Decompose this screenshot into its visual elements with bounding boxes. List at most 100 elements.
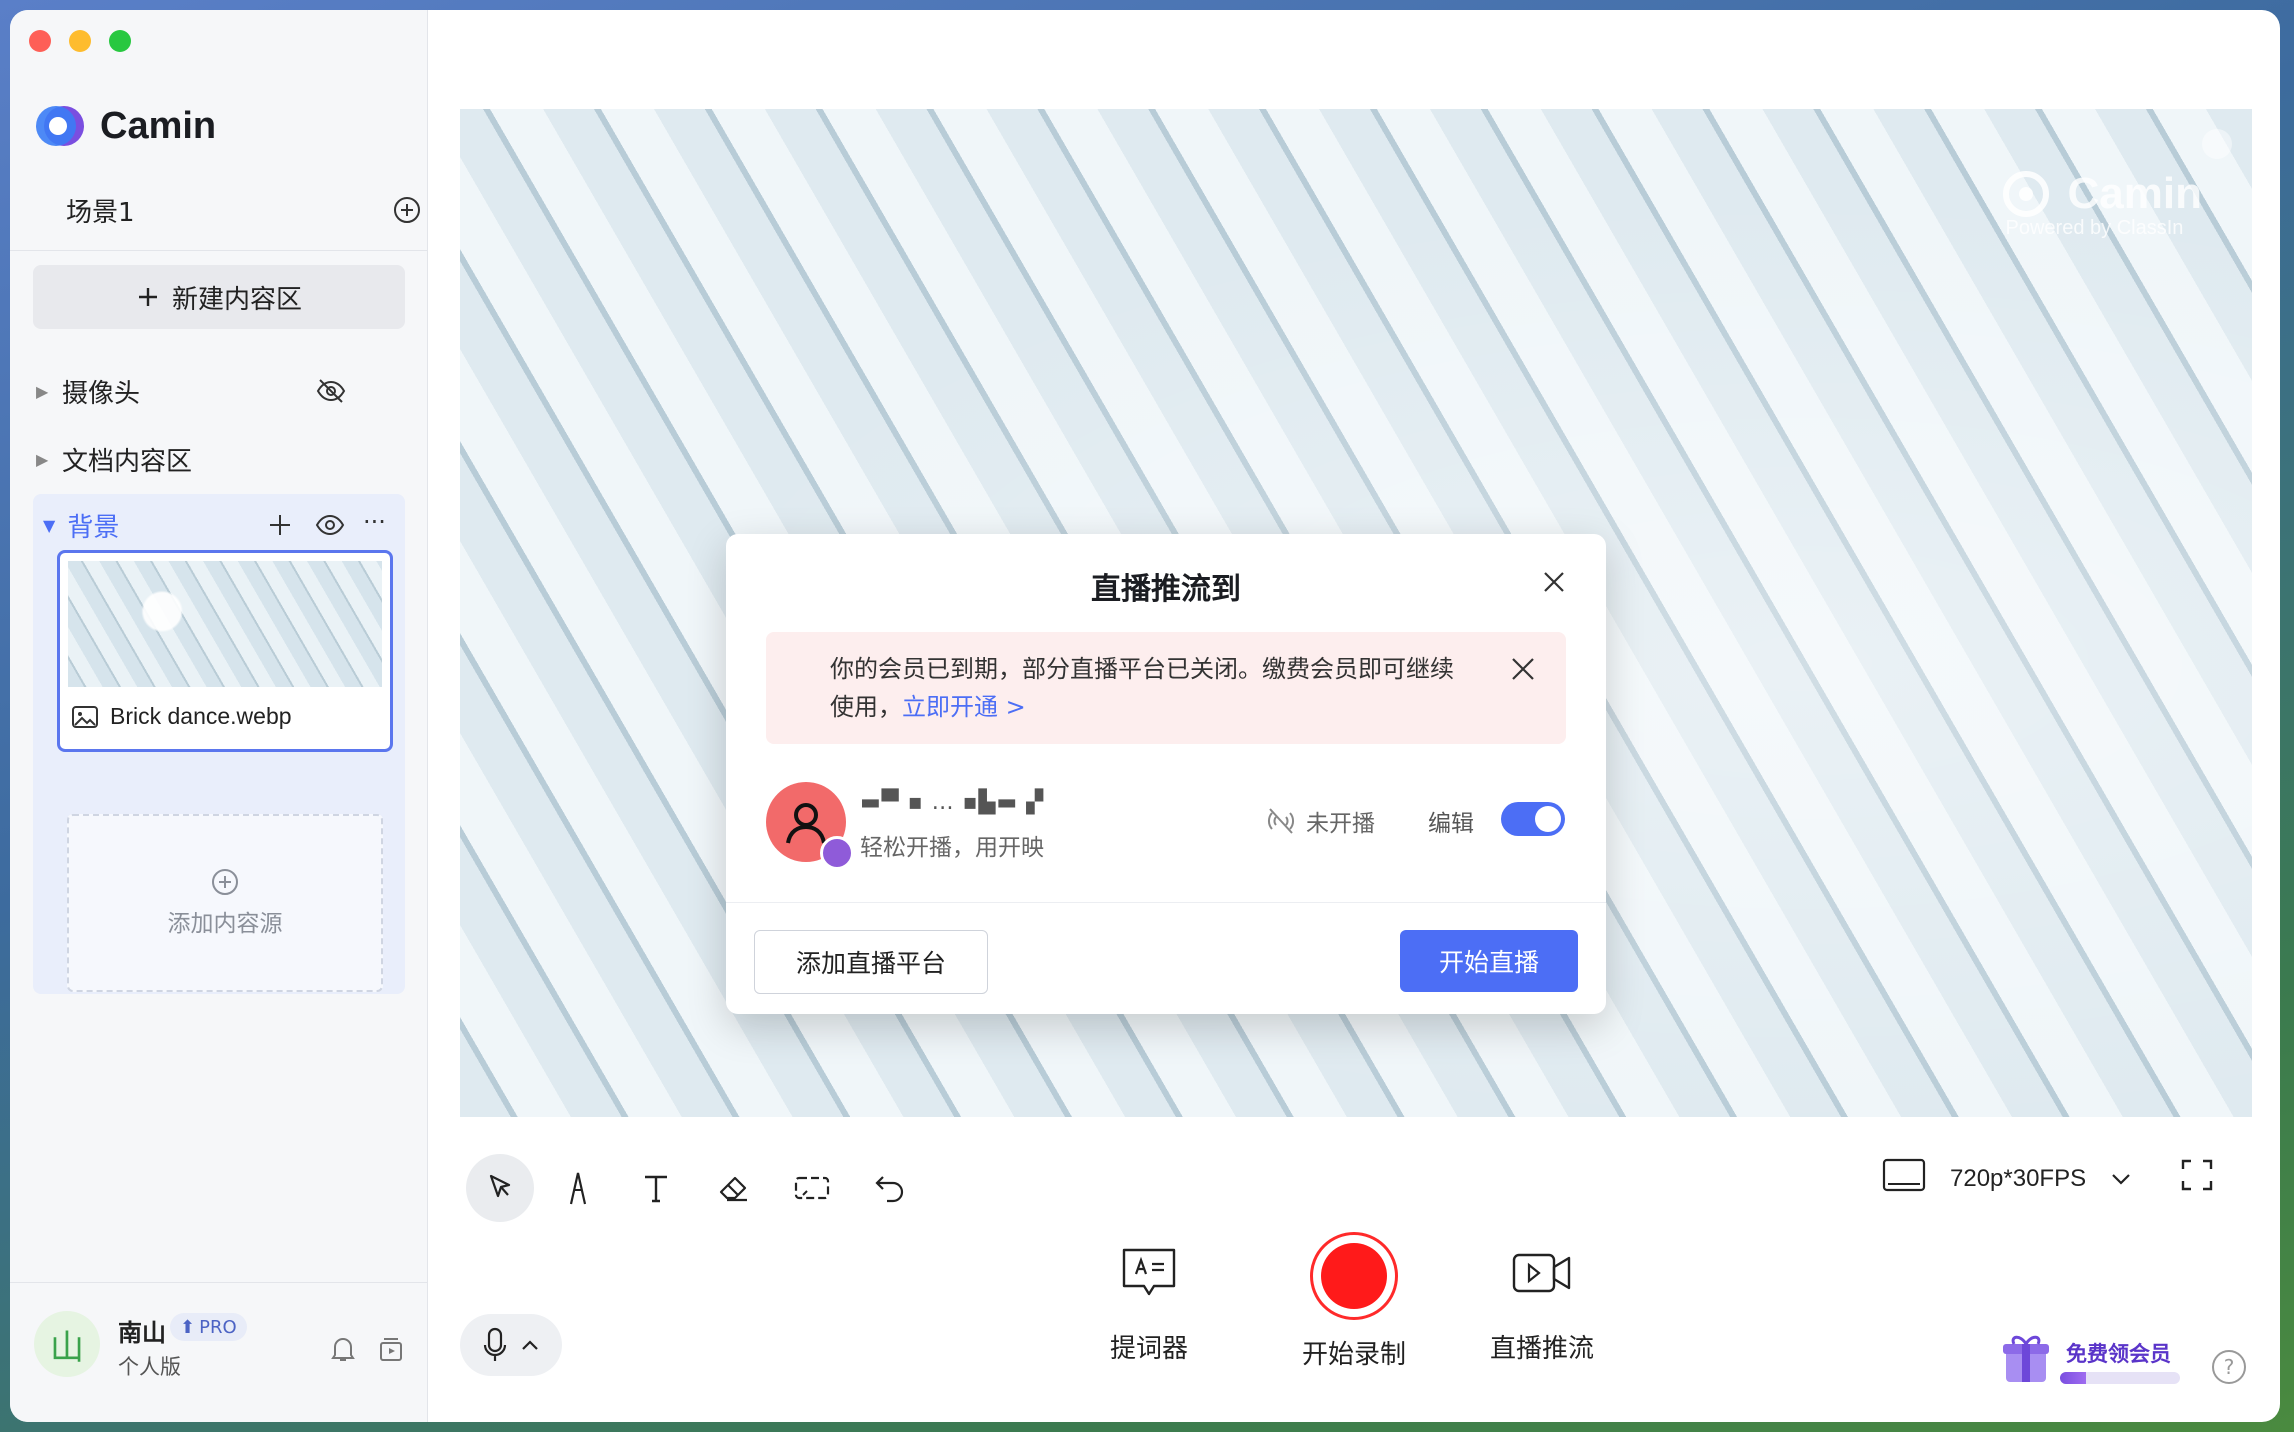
text-tool[interactable] — [622, 1154, 690, 1222]
region-select-icon — [794, 1176, 830, 1200]
platform-edit-button[interactable]: 编辑 — [1428, 804, 1474, 838]
close-icon[interactable] — [1542, 570, 1566, 598]
minimize-window-button[interactable] — [69, 30, 91, 52]
close-window-button[interactable] — [29, 30, 51, 52]
camin-logo-icon — [34, 102, 86, 150]
pen-tool[interactable] — [544, 1154, 612, 1222]
pen-icon — [569, 1172, 587, 1205]
scene-title[interactable]: 场景1 — [66, 192, 135, 229]
select-tool[interactable] — [466, 1154, 534, 1222]
maximize-window-button[interactable] — [109, 30, 131, 52]
new-content-area-label: 新建内容区 — [171, 284, 302, 315]
prompter-label: 提词器 — [1110, 1334, 1189, 1364]
microphone-control[interactable] — [460, 1314, 562, 1376]
watermark-close-button[interactable] — [2202, 129, 2232, 159]
sidebar-item-document-area[interactable]: ▶ 文档内容区 — [36, 436, 416, 482]
camin-logo-icon — [2002, 171, 2049, 217]
record-label: 开始录制 — [1302, 1340, 1407, 1370]
chevron-up-icon[interactable] — [521, 1339, 539, 1351]
sidebar-item-label: 摄像头 — [62, 378, 141, 409]
image-icon — [72, 705, 98, 728]
watermark-name: Camin — [2067, 169, 2202, 218]
membership-alert: 你的会员已到期，部分直播平台已关闭。缴费会员即可继续使用，立即开通 > — [766, 632, 1566, 744]
watermark-subtitle: Powered by ClassIn — [2005, 217, 2184, 239]
media-library-icon[interactable] — [378, 1335, 404, 1367]
eraser-tool[interactable] — [700, 1154, 768, 1222]
resolution-select[interactable]: 720p*30FPS — [1950, 1165, 2086, 1193]
record-button[interactable]: 开始录制 — [1302, 1232, 1406, 1371]
add-content-source-label: 添加内容源 — [167, 911, 283, 937]
watermark: Camin Powered by ClassIn — [1998, 169, 2202, 240]
free-membership-label: 免费领会员 — [2066, 1342, 2171, 1366]
caret-right-icon[interactable]: ▶ — [36, 382, 62, 401]
record-icon — [1310, 1232, 1398, 1320]
cursor-icon — [489, 1174, 511, 1198]
layout-icon[interactable] — [1882, 1158, 1926, 1199]
platform-status: 未开播 — [1266, 804, 1375, 838]
fullscreen-icon[interactable] — [2180, 1158, 2214, 1199]
prompter-icon — [1122, 1248, 1176, 1296]
alert-text: 你的会员已到期，部分直播平台已关闭。缴费会员即可继续使用，立即开通 > — [830, 650, 1470, 726]
eraser-icon — [719, 1176, 747, 1202]
undo-tool[interactable] — [856, 1154, 924, 1222]
add-content-source-button[interactable]: 添加内容源 — [67, 814, 383, 992]
membership-progress-bar — [2060, 1372, 2180, 1384]
region-tool[interactable] — [778, 1154, 846, 1222]
add-icon[interactable] — [267, 512, 293, 542]
more-icon[interactable]: ··· — [363, 508, 386, 536]
eye-icon[interactable] — [315, 512, 345, 542]
pro-badge[interactable]: ⬆ PRO — [170, 1313, 247, 1341]
new-content-area-button[interactable]: 新建内容区 — [33, 265, 405, 329]
help-icon[interactable]: ? — [2212, 1350, 2246, 1384]
chevron-down-icon[interactable] — [2110, 1165, 2132, 1193]
bell-icon[interactable] — [330, 1335, 356, 1367]
platform-status-label: 未开播 — [1306, 811, 1375, 837]
activate-link[interactable]: 立即开通 > — [902, 693, 1026, 721]
video-stream-icon — [1512, 1253, 1571, 1293]
app-name: Camin — [100, 104, 217, 147]
arrow-up-icon: ⬆ — [180, 1316, 196, 1338]
caret-right-icon[interactable]: ▶ — [36, 450, 62, 469]
sidebar-item-camera[interactable]: ▶ 摄像头 — [36, 368, 416, 414]
stream-button[interactable]: 直播推流 — [1490, 1232, 1594, 1365]
divider — [726, 902, 1606, 903]
gift-icon — [2003, 1335, 2049, 1382]
resolution-area: 720p*30FPS — [1882, 1158, 2214, 1199]
platform-row: ▬▀ ▪ … ▪▙▬ ▞ 轻松开播，用开映 未开播 编辑 — [766, 782, 1566, 870]
text-icon — [645, 1175, 667, 1203]
alert-close-icon[interactable] — [1510, 656, 1536, 686]
brand: Camin — [34, 102, 216, 150]
sidebar: Camin 场景1 新建内容区 ▶ 摄像头 ▶ 文档内容区 ▼ 背景 ··· B… — [10, 10, 428, 1422]
background-group: ▼ 背景 ··· Brick dance.webp 添加内容源 — [33, 494, 405, 994]
start-live-button[interactable]: 开始直播 — [1400, 930, 1578, 992]
source-file-name: Brick dance.webp — [110, 703, 292, 729]
stream-label: 直播推流 — [1490, 1334, 1595, 1364]
microphone-icon — [483, 1327, 507, 1361]
add-circle-icon — [212, 869, 238, 895]
prompter-button[interactable]: 提词器 — [1110, 1232, 1188, 1365]
plus-icon — [138, 288, 157, 306]
caret-down-icon[interactable]: ▼ — [43, 516, 55, 535]
free-membership-promo[interactable]: 免费领会员 — [1998, 1328, 2188, 1388]
platform-description: 轻松开播，用开映 — [860, 835, 1044, 861]
pro-badge-label: PRO — [199, 1316, 237, 1338]
app-window: Camin 场景1 新建内容区 ▶ 摄像头 ▶ 文档内容区 ▼ 背景 ··· B… — [10, 10, 2280, 1422]
stream-dialog: 直播推流到 你的会员已到期，部分直播平台已关闭。缴费会员即可继续使用，立即开通 … — [726, 534, 1606, 1014]
eye-hidden-icon[interactable] — [316, 378, 346, 411]
user-panel: 山 南山 ⬆ PRO 个人版 — [10, 1282, 427, 1422]
watermark-logo: Camin — [1998, 169, 2202, 219]
background-title: 背景 — [67, 512, 120, 543]
add-scene-icon[interactable] — [393, 196, 421, 224]
platform-name: ▬▀ ▪ … ▪▙▬ ▞ — [860, 790, 1045, 815]
sidebar-item-label: 文档内容区 — [62, 446, 193, 477]
background-source-card[interactable]: Brick dance.webp — [57, 550, 393, 752]
background-header[interactable]: ▼ 背景 ··· — [33, 502, 405, 548]
platform-toggle[interactable] — [1501, 802, 1565, 836]
source-label: Brick dance.webp — [72, 703, 292, 730]
avatar[interactable]: 山 — [34, 1311, 100, 1377]
user-plan: 个人版 — [118, 1355, 181, 1379]
add-platform-button[interactable]: 添加直播平台 — [754, 930, 988, 994]
background-thumbnail — [68, 561, 382, 687]
user-icon — [786, 803, 826, 844]
signal-off-icon — [1268, 808, 1294, 834]
